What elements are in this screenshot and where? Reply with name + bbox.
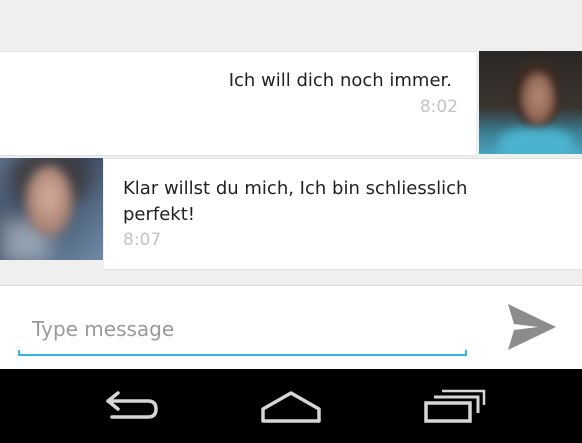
system-nav-bar <box>0 369 582 443</box>
avatar-contact[interactable] <box>0 158 103 260</box>
message-input[interactable] <box>18 304 467 354</box>
send-button[interactable] <box>500 298 562 356</box>
recents-icon <box>424 389 486 423</box>
conversation-list: Ich will dich noch immer. 8:02 Klar will… <box>0 0 582 285</box>
avatar-self[interactable] <box>479 51 582 154</box>
send-icon <box>508 304 556 350</box>
back-button[interactable] <box>90 383 170 429</box>
message-text: Ich will dich noch immer. <box>228 70 452 91</box>
message-composer <box>0 285 582 369</box>
home-icon <box>261 391 321 423</box>
message-bubble-outgoing: Ich will dich noch immer. 8:02 <box>0 51 476 156</box>
message-incoming[interactable]: Klar willst du mich, Ich bin schliesslic… <box>0 158 582 270</box>
message-bubble-incoming: Klar willst du mich, Ich bin schliesslic… <box>104 158 582 270</box>
message-timestamp: 8:07 <box>123 230 162 250</box>
message-timestamp: 8:02 <box>419 97 458 117</box>
input-underline <box>18 350 467 356</box>
home-button[interactable] <box>251 383 331 429</box>
message-outgoing[interactable]: Ich will dich noch immer. 8:02 <box>0 51 582 156</box>
recents-button[interactable] <box>414 383 494 429</box>
back-icon <box>106 391 158 419</box>
message-text: Klar willst du mich, Ich bin schliesslic… <box>123 178 468 225</box>
